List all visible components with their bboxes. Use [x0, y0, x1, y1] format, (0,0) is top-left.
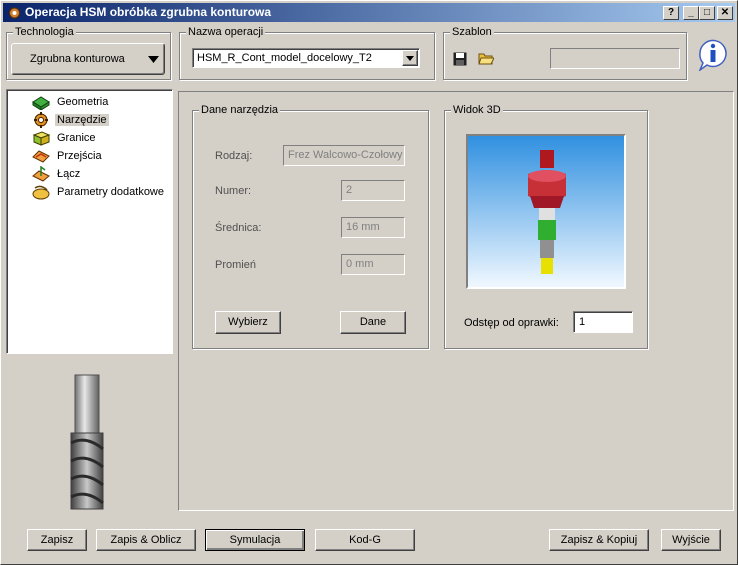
info-icon[interactable] — [696, 37, 730, 71]
wyjscie-button[interactable]: Wyjście — [661, 529, 721, 551]
title-bar[interactable]: Operacja HSM obróbka zgrubna konturowa ?… — [3, 3, 735, 22]
save-icon[interactable] — [453, 52, 467, 66]
rodzaj-field: Frez Walcowo-Czołowy — [283, 145, 405, 166]
numer-label: Numer: — [215, 185, 252, 197]
maximize-button[interactable]: □ — [699, 6, 715, 20]
widok-3d-label: Widok 3D — [451, 104, 503, 116]
boundary-box-icon — [32, 131, 51, 146]
tool-3d-viewport[interactable] — [466, 134, 626, 289]
tree-label: Narzędzie — [55, 114, 109, 126]
nazwa-operacji-combobox[interactable]: HSM_R_Cont_model_docelowy_T2 — [192, 48, 420, 68]
szablon-group: Szablon — [443, 26, 687, 80]
promien-field: 0 mm — [341, 254, 405, 275]
tree-label: Geometria — [57, 96, 109, 108]
chevron-down-icon — [148, 56, 159, 63]
rodzaj-label: Rodzaj: — [215, 150, 253, 162]
nazwa-operacji-group: Nazwa operacji HSM_R_Cont_model_docelowy… — [179, 26, 435, 80]
tree-item-granice[interactable]: Granice — [31, 129, 98, 147]
odstep-input[interactable]: 1 — [573, 311, 633, 333]
zapisz-kopiuj-button[interactable]: Zapisz & Kopiuj — [549, 529, 649, 551]
tree-label: Przejścia — [57, 150, 102, 162]
wybierz-button[interactable]: Wybierz — [215, 311, 281, 334]
numer-field: 2 — [341, 180, 405, 201]
dane-narzedzia-label: Dane narzędzia — [199, 104, 281, 116]
dane-button[interactable]: Dane — [340, 311, 406, 334]
tool-gear-icon — [34, 112, 48, 128]
geometry-icon — [32, 96, 50, 110]
promien-label: Promień — [215, 259, 256, 271]
end-mill-preview-image — [70, 374, 104, 510]
nazwa-operacji-value: HSM_R_Cont_model_docelowy_T2 — [197, 52, 372, 64]
tree-label: Granice — [57, 132, 96, 144]
szablon-label: Szablon — [450, 26, 494, 38]
technologia-dropdown[interactable]: Zgrubna konturowa — [11, 43, 165, 75]
tree-item-narzedzie[interactable]: Narzędzie — [31, 111, 109, 129]
minimize-button[interactable]: _ — [683, 6, 699, 20]
dane-narzedzia-group: Dane narzędzia Rodzaj: Frez Walcowo-Czoł… — [192, 104, 429, 349]
tree-item-parametry-dodatkowe[interactable]: Parametry dodatkowe — [31, 183, 166, 201]
dialog-window: Operacja HSM obróbka zgrubna konturowa ?… — [0, 0, 738, 565]
technologia-label: Technologia — [13, 26, 76, 38]
srednica-field: 16 mm — [341, 217, 405, 238]
tool-holder-3d-image — [528, 150, 566, 274]
technologia-value: Zgrubna konturowa — [30, 53, 125, 65]
help-button[interactable]: ? — [663, 6, 679, 20]
odstep-label: Odstęp od oprawki: — [464, 317, 559, 329]
technologia-group: Technologia Zgrubna konturowa — [6, 26, 171, 80]
navigation-tree: Geometria Narzędzie Granice Przejścia Łą… — [6, 89, 173, 354]
srednica-label: Średnica: — [215, 222, 262, 234]
zapis-oblicz-button[interactable]: Zapis & Oblicz — [96, 529, 196, 551]
szablon-field — [550, 48, 680, 69]
tree-item-geometria[interactable]: Geometria — [31, 93, 110, 111]
tree-item-lacz[interactable]: Łącz — [31, 165, 82, 183]
odstep-value: 1 — [579, 316, 586, 328]
window-title: Operacja HSM obróbka zgrubna konturowa — [25, 5, 272, 19]
chevron-down-icon — [406, 56, 414, 61]
nazwa-operacji-dropdown-button[interactable] — [402, 50, 418, 66]
open-folder-icon[interactable] — [478, 51, 494, 65]
main-panel: Dane narzędzia Rodzaj: Frez Walcowo-Czoł… — [178, 91, 734, 511]
kod-g-button[interactable]: Kod-G — [315, 529, 415, 551]
app-icon — [9, 7, 20, 19]
close-button[interactable]: ✕ — [717, 6, 733, 20]
tree-label: Łącz — [57, 168, 81, 180]
tree-item-przejscia[interactable]: Przejścia — [31, 147, 104, 165]
zapisz-button[interactable]: Zapisz — [27, 529, 87, 551]
link-icon — [32, 166, 50, 182]
extra-params-icon — [32, 185, 50, 200]
nazwa-operacji-label: Nazwa operacji — [186, 26, 266, 38]
passes-icon — [32, 150, 50, 163]
tree-label: Parametry dodatkowe — [57, 186, 164, 198]
symulacja-button[interactable]: Symulacja — [205, 529, 305, 551]
widok-3d-group: Widok 3D Odstęp od oprawki: 1 — [444, 104, 648, 349]
